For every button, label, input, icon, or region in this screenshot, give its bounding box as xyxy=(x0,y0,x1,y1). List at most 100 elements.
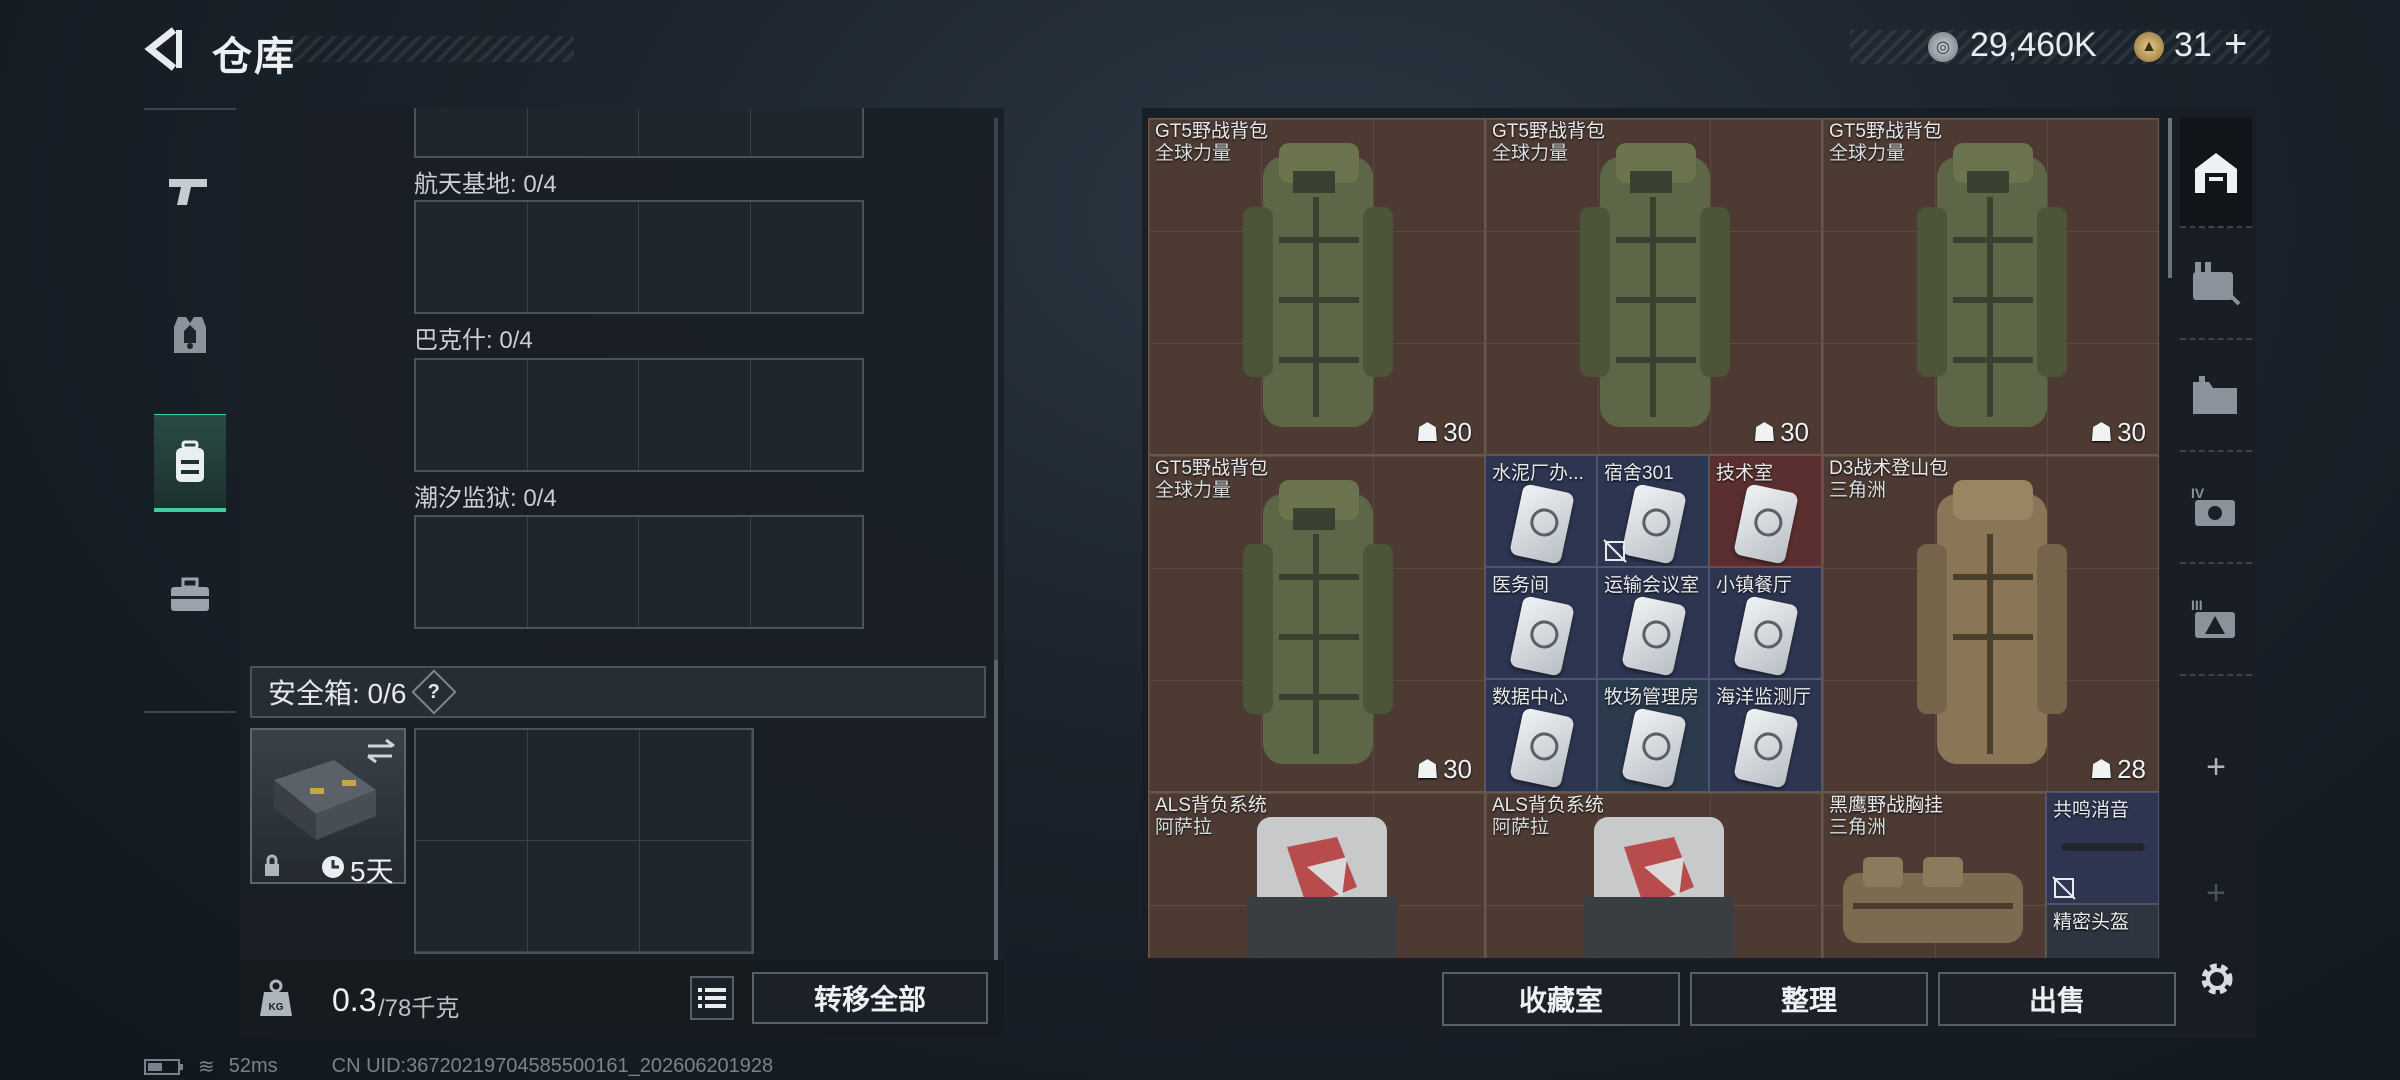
item-harness[interactable]: ALS背负系统 阿萨拉 xyxy=(1148,792,1485,958)
svg-text:III: III xyxy=(2191,597,2203,613)
title-decoration xyxy=(290,36,574,62)
lock-icon xyxy=(265,854,279,876)
battery-icon xyxy=(144,1058,183,1075)
harness-image xyxy=(1247,817,1397,957)
item-helmet[interactable]: 精密头盔 xyxy=(2046,904,2159,958)
backpack-image xyxy=(1580,143,1730,427)
region-label: 潮汐监狱: 0/4 xyxy=(414,485,557,512)
weight-total: /78千克 xyxy=(378,995,460,1022)
region-grid[interactable] xyxy=(414,200,864,314)
item-name: GT5野战背包 xyxy=(1492,121,1605,142)
svg-text:KG: KG xyxy=(269,1002,284,1013)
backpack-image xyxy=(1243,143,1393,427)
item-chest-rig[interactable]: 黑鹰野战胸挂 三角洲 xyxy=(1822,792,2046,958)
folder-icon xyxy=(2193,376,2237,414)
item-capacity: ☗ 28 xyxy=(2089,754,2146,784)
item-name: 黑鹰野战胸挂 xyxy=(1829,795,1944,816)
region-label: 巴克什: 0/4 xyxy=(414,327,533,354)
chest-rig-image xyxy=(1843,857,2023,943)
collection-room-button[interactable]: 收藏室 xyxy=(1442,972,1680,1026)
sell-button[interactable]: 出售 xyxy=(1938,972,2176,1026)
add-slot-button[interactable]: + xyxy=(2180,748,2252,787)
region-grid[interactable] xyxy=(414,515,864,629)
organize-button[interactable]: 整理 xyxy=(1690,972,1928,1026)
triangle-case-icon: III xyxy=(2191,597,2235,638)
back-arrow-icon xyxy=(144,27,182,71)
item-backpack[interactable]: GT5野战背包 全球力量 ☗ 30 xyxy=(1822,118,2159,455)
backpack-image xyxy=(1243,480,1393,764)
item-keycard[interactable]: 小镇餐厅 xyxy=(1709,567,1822,679)
item-tag: 三角洲 xyxy=(1829,817,1887,838)
transfer-all-button[interactable]: 转移全部 xyxy=(752,972,988,1024)
item-backpack[interactable]: GT5野战背包 全球力量 ☗ 30 xyxy=(1148,118,1485,455)
item-capacity: ☗ 30 xyxy=(2089,417,2146,447)
item-keycard[interactable]: 运输会议室 xyxy=(1597,567,1709,679)
nav-supplies[interactable] xyxy=(154,550,226,640)
tool-loadout-4[interactable]: III xyxy=(2180,566,2252,676)
back-button[interactable] xyxy=(140,26,190,72)
add-currency-button[interactable]: + xyxy=(2224,22,2247,67)
tool-loadout-2[interactable] xyxy=(2180,342,2252,452)
gun-case-icon xyxy=(2193,262,2241,306)
keycard-image xyxy=(1733,595,1799,677)
backpack-image xyxy=(1917,143,2067,427)
item-harness[interactable]: ALS背负系统 阿萨拉 xyxy=(1485,792,1822,958)
backpack-image xyxy=(1917,480,2067,764)
safe-box-grid[interactable] xyxy=(414,728,754,954)
region-label: 航天基地: 0/4 xyxy=(414,171,557,198)
item-name: 牧场管理房 xyxy=(1604,687,1700,708)
tool-loadout-1[interactable] xyxy=(2180,230,2252,340)
safe-box-duration: 5天 xyxy=(350,856,394,887)
keycard-image xyxy=(1509,483,1575,565)
item-backpack[interactable]: D3战术登山包 三角洲 ☗ 28 xyxy=(1822,455,2159,792)
keycard-image xyxy=(1621,707,1687,789)
keycard-image xyxy=(1509,595,1575,677)
item-keycard[interactable]: 数据中心 xyxy=(1485,679,1597,792)
item-name: ALS背负系统 xyxy=(1155,795,1267,816)
item-name: D3战术登山包 xyxy=(1829,458,1949,479)
tool-loadout-3[interactable]: IV xyxy=(2180,454,2252,564)
uid-text: CN UID:3672021970458550016​1_20260620192… xyxy=(331,1055,774,1077)
capacity-icon: ☗ xyxy=(2089,417,2114,447)
inventory-scrollbar[interactable] xyxy=(2168,118,2172,278)
safe-box-slot[interactable]: 5天 xyxy=(250,728,406,887)
tool-stash[interactable] xyxy=(2180,118,2252,228)
capacity-icon: ☗ xyxy=(2089,754,2114,784)
pistol-icon xyxy=(169,179,207,205)
clock-icon xyxy=(322,856,344,878)
nav-weapons[interactable] xyxy=(154,146,226,236)
safe-case-icon xyxy=(274,760,376,840)
item-keycard[interactable]: 水泥厂办... xyxy=(1485,455,1597,567)
ping-value: 52ms xyxy=(228,1055,278,1077)
item-tag: 全球力量 xyxy=(1155,143,1232,164)
item-name: GT5野战背包 xyxy=(1155,121,1268,142)
keycard-image xyxy=(1509,707,1575,789)
no-insure-icon xyxy=(1603,539,1627,563)
item-name: 小镇餐厅 xyxy=(1716,575,1793,596)
list-view-button[interactable] xyxy=(690,976,734,1020)
item-keycard[interactable]: 牧场管理房 xyxy=(1597,679,1709,792)
nav-equipment[interactable] xyxy=(154,290,226,380)
item-keycard[interactable]: 海洋监测厅 xyxy=(1709,679,1822,792)
category-nav xyxy=(144,108,236,713)
item-name: 技术室 xyxy=(1716,463,1774,484)
suppressor-image xyxy=(2061,843,2145,851)
item-name: 共鸣消音 xyxy=(2053,800,2130,821)
item-backpack[interactable]: GT5野战背包 全球力量 ☗ 30 xyxy=(1148,455,1485,792)
item-capacity: ☗ 30 xyxy=(1415,754,1472,784)
item-backpack[interactable]: GT5野战背包 全球力量 ☗ 30 xyxy=(1485,118,1822,455)
item-suppressor[interactable]: 共鸣消音 xyxy=(2046,792,2159,904)
region-grid-top xyxy=(414,108,864,158)
help-button[interactable]: ? xyxy=(411,669,458,715)
settings-button[interactable] xyxy=(2190,952,2244,1006)
gold-coin-icon: ▲ xyxy=(2134,32,2164,62)
nav-backpacks[interactable] xyxy=(154,414,226,512)
inventory-grid: GT5野战背包 全球力量 ☗ 30 GT5野战背包 全球力量 ☗ 30 GT5野战背… xyxy=(1148,118,2160,958)
swap-icon[interactable] xyxy=(364,738,398,764)
item-keycard[interactable]: 宿舍301 xyxy=(1597,455,1709,567)
item-keycard[interactable]: 技术室 xyxy=(1709,455,1822,567)
currency-secondary: 31 xyxy=(2174,26,2212,64)
stash-scrollbar-thumb[interactable] xyxy=(994,660,998,960)
region-grid[interactable] xyxy=(414,358,864,472)
item-keycard[interactable]: 医务间 xyxy=(1485,567,1597,679)
